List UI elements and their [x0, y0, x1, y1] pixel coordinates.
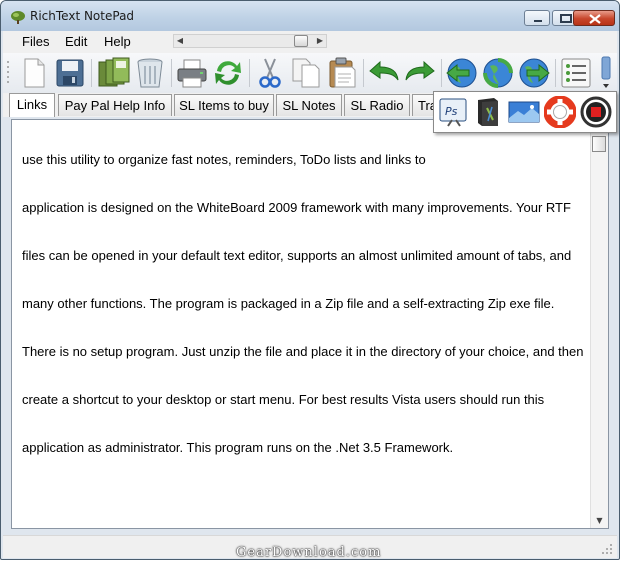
list-button[interactable] — [559, 56, 593, 90]
window-title: RichText NotePad — [30, 9, 135, 23]
paste-button[interactable] — [325, 56, 359, 90]
editor-line: many other functions. The program is pac… — [22, 296, 555, 311]
book-icon — [478, 98, 498, 126]
menu-edit[interactable]: Edit — [65, 34, 87, 49]
app-icon — [11, 11, 25, 24]
title-bar[interactable]: RichText NotePad — [1, 1, 619, 31]
photoshop-button[interactable]: Ps — [438, 96, 470, 128]
scroll-thumb[interactable] — [294, 35, 308, 47]
editor-line: use this utility to organize fast notes,… — [22, 152, 426, 167]
minimize-icon — [534, 20, 542, 22]
help-button[interactable] — [543, 95, 577, 129]
copy-button[interactable] — [289, 56, 323, 90]
refresh-button[interactable] — [211, 56, 245, 90]
redo-button[interactable] — [403, 56, 437, 90]
book-button[interactable] — [472, 96, 504, 128]
toolbar-separator — [249, 59, 250, 87]
browser-back-button[interactable] — [445, 56, 479, 90]
cut-button[interactable] — [253, 56, 287, 90]
vertical-scrollbar[interactable]: ▼ — [590, 120, 608, 528]
tab-links[interactable]: Links — [9, 93, 55, 117]
editor-line: There is no setup program. Just unzip th… — [22, 344, 584, 359]
browser-forward-button[interactable] — [517, 56, 551, 90]
toolbar-separator — [91, 59, 92, 87]
image-icon — [508, 101, 540, 123]
globe-forward-icon — [519, 58, 550, 88]
list-icon — [561, 58, 591, 88]
save-icon — [56, 59, 84, 87]
tab-sl-items-to-buy[interactable]: SL Items to buy — [174, 94, 274, 116]
app-window: RichText NotePad Files Edit Help ◀ ▶ Lin… — [0, 0, 620, 560]
lifebuoy-icon — [543, 95, 577, 129]
toolbar-grip-icon — [7, 61, 9, 83]
editor-line: application is designed on the WhiteBoar… — [22, 200, 571, 215]
browser-home-button[interactable] — [481, 56, 515, 90]
toolbar-separator — [441, 59, 442, 87]
close-icon — [589, 14, 601, 24]
globe-home-icon — [483, 58, 513, 88]
horizontal-scrollbar[interactable]: ◀ ▶ — [173, 34, 327, 48]
tab-paypal-help-info[interactable]: Pay Pal Help Info — [58, 94, 172, 116]
menu-help[interactable]: Help — [104, 34, 131, 49]
stop-button[interactable] — [580, 96, 612, 128]
editor-line: files can be opened in your default text… — [22, 248, 572, 263]
toolbar-separator — [363, 59, 364, 87]
toolbar-separator — [171, 59, 172, 87]
scroll-left-icon[interactable]: ◀ — [174, 35, 186, 47]
tab-sl-radio[interactable]: SL Radio — [344, 94, 410, 116]
text-editor[interactable]: use this utility to organize fast notes,… — [11, 119, 609, 529]
paste-icon — [329, 57, 356, 88]
minimize-button[interactable] — [524, 10, 550, 26]
globe-back-icon — [446, 58, 477, 88]
recycle-bin-icon — [137, 58, 163, 88]
save-button[interactable] — [53, 56, 87, 90]
editor-line: create a shortcut to your desktop or sta… — [22, 392, 545, 407]
save-all-button[interactable] — [97, 56, 131, 90]
watermark: GearDownload.com — [236, 545, 382, 560]
new-document-button[interactable] — [17, 56, 51, 90]
stop-icon — [580, 96, 612, 128]
undo-icon — [369, 60, 399, 81]
new-document-icon — [24, 58, 45, 88]
editor-content[interactable]: use this utility to organize fast notes,… — [22, 120, 594, 488]
tab-sl-notes[interactable]: SL Notes — [276, 94, 342, 116]
image-viewer-button[interactable] — [508, 96, 540, 128]
printer-icon — [177, 59, 207, 88]
copy-icon — [292, 58, 320, 88]
quick-launch-popup: Ps — [433, 91, 617, 133]
toolbar — [3, 53, 617, 93]
svg-text:Ps: Ps — [445, 105, 458, 118]
menu-files[interactable]: Files — [22, 34, 49, 49]
toolbar-overflow-scroll[interactable] — [601, 55, 611, 91]
editor-line: application as administrator. This progr… — [22, 440, 454, 455]
photoshop-icon: Ps — [439, 98, 467, 127]
print-button[interactable] — [175, 56, 209, 90]
toolbar-separator — [555, 59, 556, 87]
redo-icon — [405, 60, 435, 81]
refresh-icon — [215, 61, 241, 85]
vertical-scroll-thumb[interactable] — [592, 136, 606, 152]
resize-grip-icon[interactable] — [601, 543, 613, 555]
undo-button[interactable] — [367, 56, 401, 90]
toolbar-scroll-icon — [601, 56, 611, 88]
delete-button[interactable] — [133, 56, 167, 90]
scroll-right-icon[interactable]: ▶ — [314, 35, 326, 47]
cut-icon — [259, 58, 281, 88]
scroll-down-icon[interactable]: ▼ — [591, 516, 608, 526]
save-all-icon — [98, 57, 130, 87]
close-button[interactable] — [573, 10, 615, 26]
